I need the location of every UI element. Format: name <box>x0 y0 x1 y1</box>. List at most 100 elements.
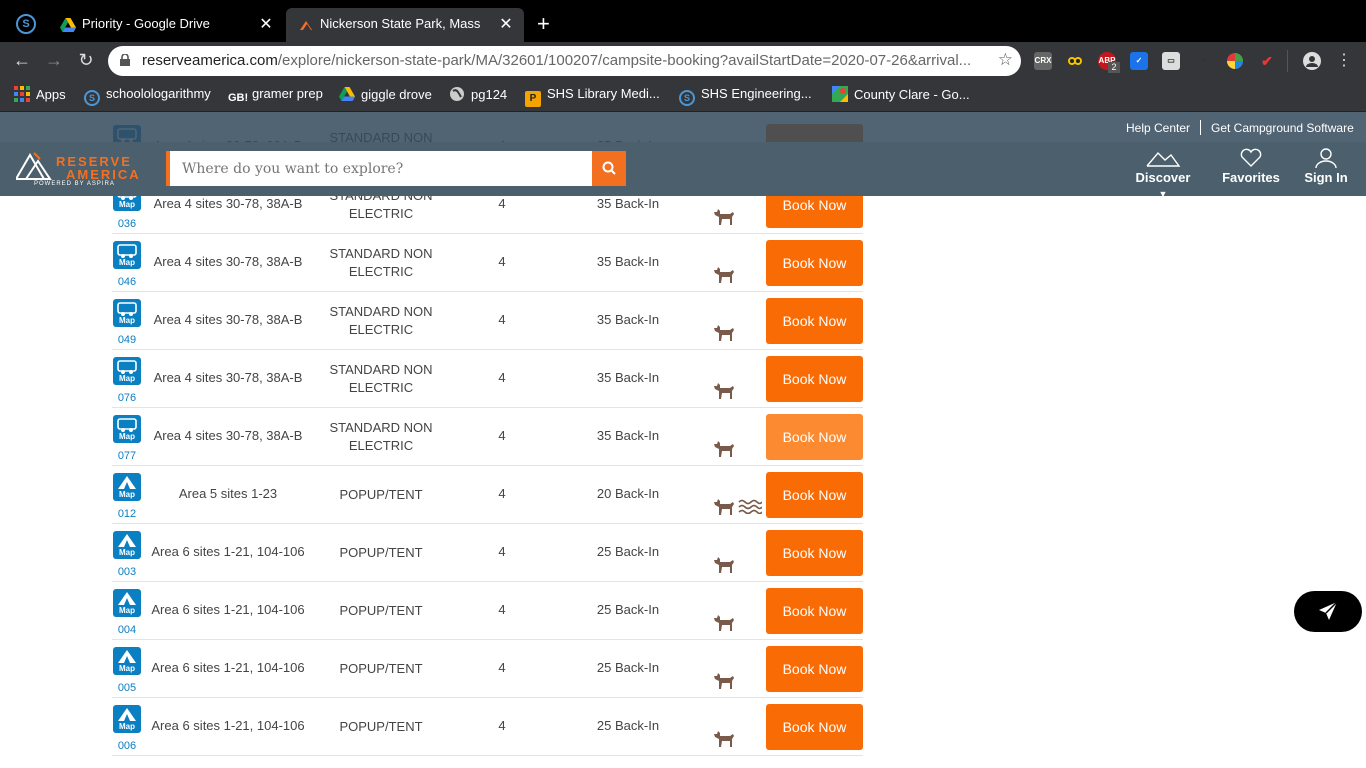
site-type-line1: STANDARD NON <box>329 362 433 377</box>
briefcase-extension-icon[interactable]: ▭ <box>1162 52 1180 70</box>
mountain-logo-icon <box>16 152 52 180</box>
site-map-icon[interactable]: Map <box>113 531 141 559</box>
bookmark-label: giggle drove <box>361 87 432 102</box>
site-number-link[interactable]: 012 <box>112 508 142 520</box>
url-field[interactable]: reserveamerica.com/explore/nickerson-sta… <box>108 46 1021 76</box>
site-map-icon[interactable]: Map <box>113 589 141 617</box>
site-number-link[interactable]: 036 <box>112 218 142 230</box>
max-occupants-cell: 4 <box>498 602 506 617</box>
site-map-icon[interactable]: Map <box>113 299 141 327</box>
pets-allowed-icon <box>714 325 734 341</box>
loop-cell: Area 4 sites 30-78, 38A-B <box>153 370 303 385</box>
bookmark-gramer-prep[interactable]: GB! gramer prep <box>228 86 323 106</box>
sign-in-link[interactable]: Sign In <box>1301 148 1351 185</box>
bookmark-star-icon[interactable]: ☆ <box>998 50 1013 70</box>
site-type-cell: STANDARD NON ELECTRIC <box>316 303 446 339</box>
site-map-icon[interactable]: Map <box>113 357 141 385</box>
owl-extension-icon[interactable] <box>1066 52 1084 70</box>
schoology-icon: S <box>679 90 695 106</box>
site-number-link[interactable]: 077 <box>112 450 142 462</box>
reload-button[interactable]: ↻ <box>75 50 97 71</box>
chrome-menu-icon[interactable]: ⋮ <box>1336 50 1352 70</box>
book-now-button[interactable]: Book Now <box>766 298 863 344</box>
book-now-button[interactable]: Book Now <box>766 356 863 402</box>
utility-divider <box>1200 120 1201 135</box>
forward-button[interactable]: → <box>43 50 65 71</box>
equipment-length-cell: 20 Back-In <box>596 486 660 501</box>
dark-extension-icon[interactable]: ● <box>1194 52 1212 70</box>
search-button[interactable] <box>592 151 626 186</box>
book-now-button[interactable]: Book Now <box>766 414 863 460</box>
site-map-icon[interactable]: Map <box>113 415 141 443</box>
tab-nickerson[interactable]: Nickerson State Park, Massach ✕ <box>286 8 524 42</box>
favorites-link[interactable]: Favorites <box>1222 148 1280 185</box>
book-now-button[interactable]: Book Now <box>766 704 863 750</box>
bookmark-label: schoolologarithmy <box>106 86 211 101</box>
map-label: Map <box>119 606 135 615</box>
book-now-button[interactable]: Book Now <box>766 530 863 576</box>
site-number-link[interactable]: 049 <box>112 334 142 346</box>
person-icon <box>1303 52 1321 70</box>
site-number-link[interactable]: 046 <box>112 276 142 288</box>
color-picker-extension-icon[interactable] <box>1226 52 1244 70</box>
book-now-button[interactable]: Book Now <box>766 472 863 518</box>
new-tab-button[interactable]: + <box>537 11 550 37</box>
check-red-extension-icon[interactable]: ✔ <box>1258 52 1276 70</box>
table-row: Map 077 Area 4 sites 30-78, 38A-B STANDARD … <box>112 408 863 466</box>
campground-software-link[interactable]: Get Campground Software <box>1211 121 1354 135</box>
map-label: Map <box>119 664 135 673</box>
bookmark-shs-engineering[interactable]: S SHS Engineering... <box>679 86 812 106</box>
paper-plane-icon <box>1319 601 1338 620</box>
site-type-line1: STANDARD NON <box>329 246 433 261</box>
site-number-link[interactable]: 004 <box>112 624 142 636</box>
search-input[interactable] <box>170 151 592 186</box>
url-host: reserveamerica.com <box>142 52 278 69</box>
site-number-link[interactable]: 003 <box>112 566 142 578</box>
map-label: Map <box>119 200 135 209</box>
google-maps-icon <box>832 86 848 102</box>
site-map-icon[interactable]: Map <box>113 647 141 675</box>
bookmark-schoology[interactable]: Sschoolologarithmy <box>84 86 211 106</box>
google-drive-icon <box>60 18 76 32</box>
loop-cell: Area 4 sites 30-78, 38A-B <box>153 254 303 269</box>
reserve-america-logo[interactable]: RESERVE AMERICA POWERED BY ASPIRA <box>16 151 146 191</box>
tab-title: Priority - Google Drive <box>82 16 210 31</box>
bookmark-pg124[interactable]: pg124 <box>449 86 507 106</box>
tab-close-icon[interactable]: ✕ <box>498 14 514 34</box>
discover-label: Discover <box>1135 170 1191 185</box>
bookmark-label: County Clare - Go... <box>854 87 970 102</box>
pets-allowed-icon <box>714 557 734 573</box>
back-button[interactable]: ← <box>11 50 33 71</box>
book-now-button[interactable]: Book Now <box>766 646 863 692</box>
book-now-button[interactable]: Book Now <box>766 588 863 634</box>
crx-extension-icon[interactable]: CRX <box>1034 52 1052 70</box>
tab-google-drive[interactable]: Priority - Google Drive ✕ <box>48 8 284 42</box>
discover-menu[interactable]: Discover ▼ <box>1131 148 1195 200</box>
book-now-button[interactable]: Book Now <box>766 240 863 286</box>
profile-avatar-icon[interactable] <box>1303 52 1321 70</box>
schoology-profile-icon[interactable]: S <box>16 14 36 34</box>
search-field[interactable] <box>166 151 592 186</box>
loop-cell: Area 4 sites 30-78, 38A-B <box>153 428 303 443</box>
site-number-link[interactable]: 076 <box>112 392 142 404</box>
equipment-length-cell: 25 Back-In <box>596 602 660 617</box>
site-map-icon[interactable]: Map <box>113 473 141 501</box>
loop-cell: Area 6 sites 1-21, 104-106 <box>151 660 305 675</box>
send-message-button[interactable] <box>1294 591 1362 632</box>
table-row: Map 012 Area 5 sites 1-23 POPUP/TENT 4 20 Bac… <box>112 466 863 524</box>
site-number-link[interactable]: 005 <box>112 682 142 694</box>
site-type-line2: ELECTRIC <box>348 206 414 221</box>
bookmark-giggle-drove[interactable]: giggle drove <box>339 86 432 106</box>
site-map-icon[interactable]: Map <box>113 705 141 733</box>
site-type-cell: POPUP/TENT <box>316 660 446 678</box>
bookmark-shs-library[interactable]: P SHS Library Medi... <box>525 86 660 107</box>
tab-close-icon[interactable]: ✕ <box>258 14 274 34</box>
bookmark-apps[interactable]: Apps <box>14 86 66 106</box>
check-extension-icon[interactable]: ✓ <box>1130 52 1148 70</box>
site-number-link[interactable]: 006 <box>112 740 142 752</box>
loop-cell: Area 6 sites 1-21, 104-106 <box>151 544 305 559</box>
help-center-link[interactable]: Help Center <box>1126 121 1190 135</box>
bookmark-county-clare[interactable]: County Clare - Go... <box>832 86 970 106</box>
site-map-icon[interactable]: Map <box>113 241 141 269</box>
map-label: Map <box>119 258 135 267</box>
